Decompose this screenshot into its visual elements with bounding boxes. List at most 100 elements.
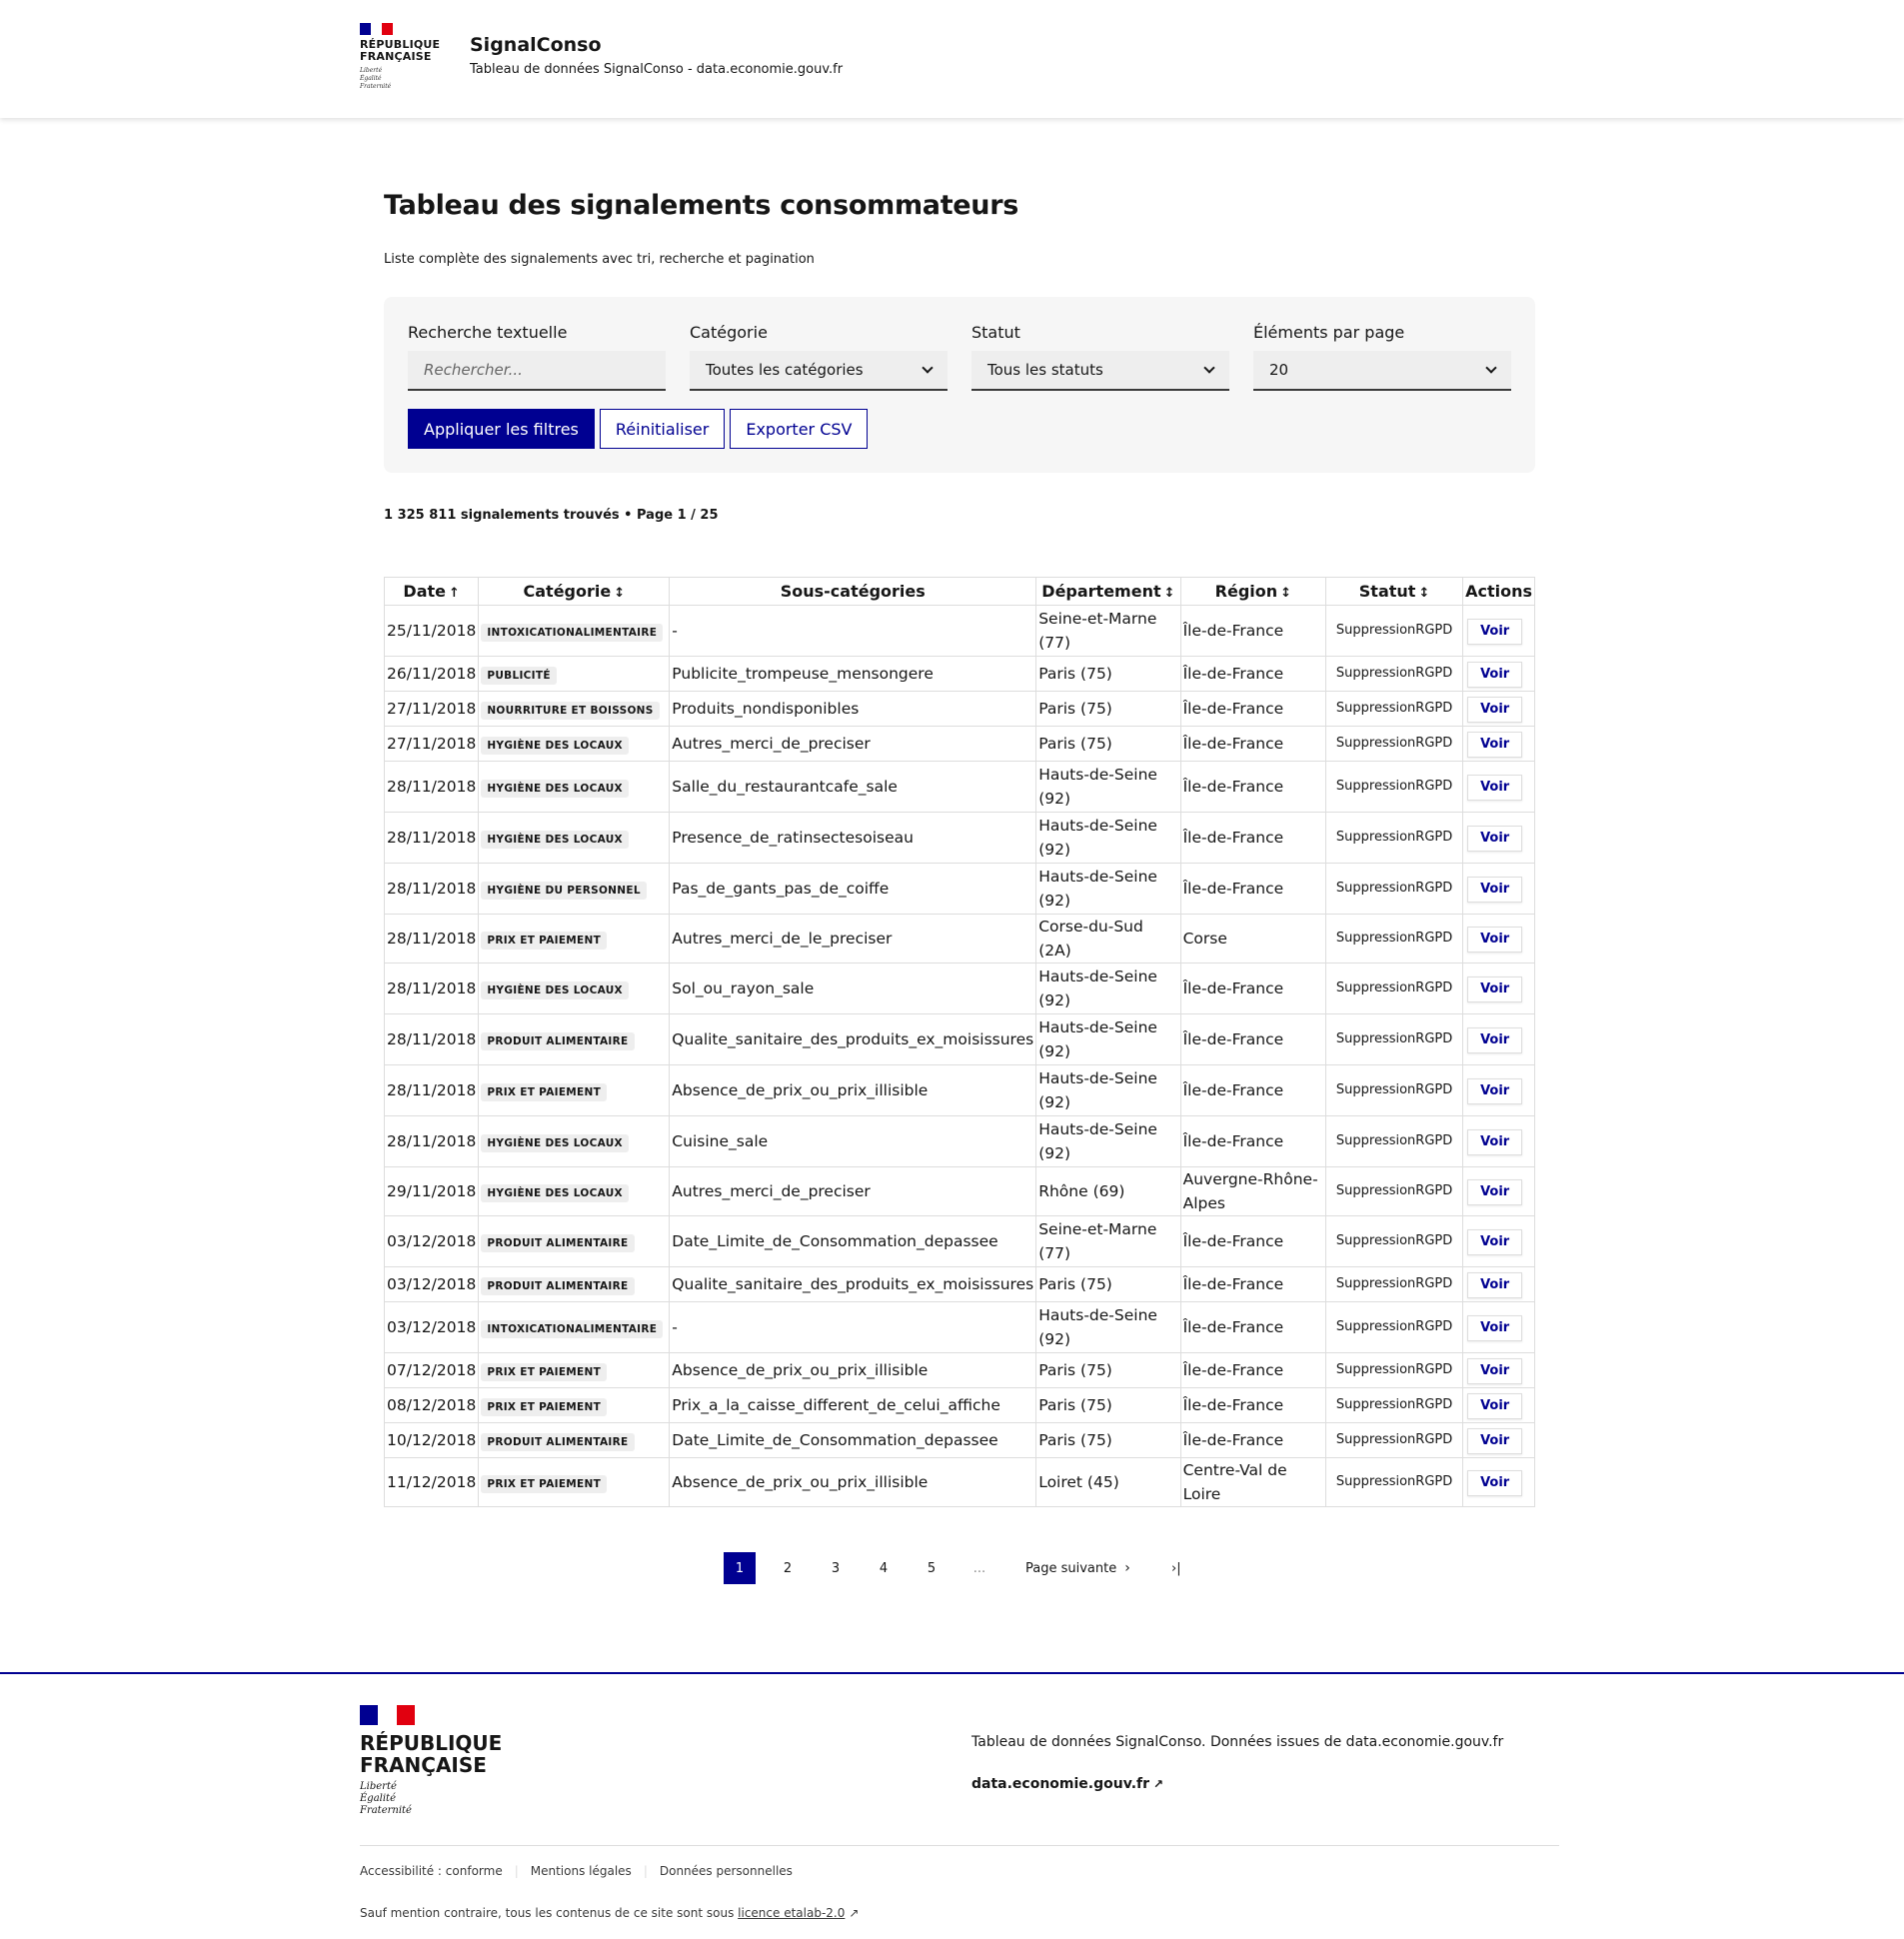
voir-button[interactable]: Voir — [1467, 1077, 1523, 1104]
page-link-1[interactable]: 1 — [724, 1552, 756, 1584]
status-select[interactable]: Tous les statuts — [971, 351, 1229, 391]
footer-divider — [360, 1845, 1559, 1846]
voir-button[interactable]: Voir — [1467, 774, 1523, 801]
col-header-statut[interactable]: Statut ↕ — [1325, 577, 1464, 606]
voir-button[interactable]: Voir — [1467, 975, 1523, 1002]
filters-panel: Recherche textuelle Rechercher... Catégo… — [384, 297, 1535, 473]
cell-sous-categorie: Absence_de_prix_ou_prix_illisible — [669, 1352, 1037, 1388]
devise: Liberté Égalité Fraternité — [360, 67, 450, 91]
footer-link-accessibilite[interactable]: Accessibilité : conforme — [360, 1864, 503, 1878]
voir-button[interactable]: Voir — [1467, 1271, 1523, 1298]
sort-icon: ↕ — [1418, 586, 1430, 601]
cell-sous-categorie: Absence_de_prix_ou_prix_illisible — [669, 1064, 1037, 1116]
cell-categorie: Produit alimentaire — [478, 1266, 671, 1302]
cell-region: Île-de-France — [1179, 1352, 1327, 1388]
cell-actions: Voir — [1462, 1115, 1535, 1167]
voir-button[interactable]: Voir — [1467, 1469, 1523, 1496]
cell-date: 27/11/2018 — [383, 726, 480, 762]
voir-button[interactable]: Voir — [1467, 731, 1523, 758]
reset-button[interactable]: Réinitialiser — [599, 409, 726, 449]
next-page-link[interactable]: Page suivante › — [1025, 1560, 1130, 1576]
table-body: 25/11/2018 IntoxicationAlimentaire - Seine-… — [383, 605, 1535, 1507]
cell-departement: Hauts-de-Seine (92) — [1035, 1064, 1181, 1116]
cell-statut: SuppressionRGPD — [1325, 726, 1464, 762]
voir-button[interactable]: Voir — [1467, 1427, 1523, 1454]
cell-departement: Hauts-de-Seine (92) — [1035, 963, 1181, 1014]
cell-departement: Loiret (45) — [1035, 1457, 1181, 1507]
voir-button[interactable]: Voir — [1467, 1026, 1523, 1053]
table-row: 28/11/2018 Hygiène des locaux Salle_du_res… — [383, 761, 1535, 813]
voir-button[interactable]: Voir — [1467, 876, 1523, 903]
table-row: 29/11/2018 Hygiène des locaux Autres_merci… — [383, 1166, 1535, 1216]
apply-filters-button[interactable]: Appliquer les filtres — [408, 409, 595, 449]
voir-button[interactable]: Voir — [1467, 1392, 1523, 1419]
voir-button[interactable]: Voir — [1467, 1178, 1523, 1205]
footer-external-link[interactable]: data.economie.gouv.fr ↗ — [971, 1776, 1163, 1792]
cell-statut: SuppressionRGPD — [1325, 1387, 1464, 1423]
col-header-region[interactable]: Région ↕ — [1179, 577, 1327, 606]
cell-region: Corse — [1179, 914, 1327, 964]
footer-devise-liberte: Liberté — [360, 1781, 397, 1792]
per-page-filter: Éléments par page 20 — [1253, 323, 1511, 391]
page-link-4[interactable]: 4 — [868, 1552, 900, 1584]
cell-sous-categorie: Publicite_trompeuse_mensongere — [669, 656, 1037, 692]
voir-button[interactable]: Voir — [1467, 661, 1523, 688]
voir-button[interactable]: Voir — [1467, 1314, 1523, 1341]
voir-button[interactable]: Voir — [1467, 696, 1523, 723]
voir-button[interactable]: Voir — [1467, 1128, 1523, 1155]
voir-button[interactable]: Voir — [1467, 1357, 1523, 1384]
republique-francaise-logo[interactable]: RÉPUBLIQUE FRANÇAISE Liberté Égalité Fra… — [360, 23, 450, 91]
col-header-categorie[interactable]: Catégorie ↕ — [478, 577, 671, 606]
search-filter: Recherche textuelle Rechercher... — [408, 323, 666, 391]
status-select-value: Tous les statuts — [987, 361, 1103, 379]
cell-statut: SuppressionRGPD — [1325, 1013, 1464, 1065]
cell-date: 08/12/2018 — [383, 1387, 480, 1423]
category-badge: Prix et paiement — [481, 1083, 608, 1101]
cell-departement: Paris (75) — [1035, 1422, 1181, 1458]
category-select[interactable]: Toutes les catégories — [690, 351, 948, 391]
voir-button[interactable]: Voir — [1467, 618, 1523, 645]
footer-link-donnees-personnelles[interactable]: Données personnelles — [660, 1864, 793, 1878]
export-csv-button[interactable]: Exporter CSV — [730, 409, 869, 449]
table-row: 07/12/2018 Prix et paiement Absence_de_pri… — [383, 1352, 1535, 1388]
table-row: 27/11/2018 Nourriture et boissons Produits… — [383, 691, 1535, 727]
category-badge: Prix et paiement — [481, 932, 608, 950]
page-link-5[interactable]: 5 — [916, 1552, 948, 1584]
cell-departement: Hauts-de-Seine (92) — [1035, 1301, 1181, 1353]
cell-categorie: Hygiène des locaux — [478, 1166, 671, 1216]
cell-date: 03/12/2018 — [383, 1266, 480, 1302]
page-link-3[interactable]: 3 — [820, 1552, 852, 1584]
voir-button[interactable]: Voir — [1467, 825, 1523, 852]
cell-sous-categorie: Autres_merci_de_preciser — [669, 1166, 1037, 1216]
licence-link[interactable]: licence etalab-2.0 — [738, 1906, 845, 1920]
col-header-actions: Actions — [1462, 577, 1535, 606]
footer-separator: | — [514, 1864, 519, 1878]
footer-link-mentions-legales[interactable]: Mentions légales — [531, 1864, 632, 1878]
external-link-icon: ↗ — [849, 1906, 860, 1920]
cell-categorie: Publicité — [478, 656, 671, 692]
col-header-departement[interactable]: Département ↕ — [1035, 577, 1181, 606]
voir-button[interactable]: Voir — [1467, 926, 1523, 953]
service-title[interactable]: SignalConso — [470, 34, 602, 56]
per-page-select[interactable]: 20 — [1253, 351, 1511, 391]
category-badge: Produit alimentaire — [481, 1032, 635, 1050]
cell-actions: Voir — [1462, 1422, 1535, 1458]
col-header-date[interactable]: Date ↑ — [383, 577, 480, 606]
page-link-2[interactable]: 2 — [772, 1552, 804, 1584]
cell-categorie: Prix et paiement — [478, 1387, 671, 1423]
col-header-date-label: Date — [403, 582, 446, 601]
cell-sous-categorie: Date_Limite_de_Consommation_depassee — [669, 1422, 1037, 1458]
search-input[interactable]: Rechercher... — [408, 351, 666, 391]
cell-date: 28/11/2018 — [383, 863, 480, 915]
table-row: 27/11/2018 Hygiène des locaux Autres_merci… — [383, 726, 1535, 762]
cell-statut: SuppressionRGPD — [1325, 691, 1464, 727]
footer-bottom-links: Accessibilité : conforme | Mentions léga… — [360, 1864, 805, 1878]
cell-actions: Voir — [1462, 656, 1535, 692]
category-badge: Hygiène des locaux — [481, 1184, 629, 1202]
sort-icon: ↕ — [1163, 586, 1175, 601]
last-page-icon[interactable]: ›| — [1160, 1552, 1192, 1584]
cell-actions: Voir — [1462, 1387, 1535, 1423]
footer-republique-francaise-logo[interactable]: RÉPUBLIQUE FRANÇAISE Liberté Égalité Fra… — [360, 1705, 502, 1817]
footer-devise: Liberté Égalité Fraternité — [360, 1781, 502, 1817]
voir-button[interactable]: Voir — [1467, 1228, 1523, 1255]
